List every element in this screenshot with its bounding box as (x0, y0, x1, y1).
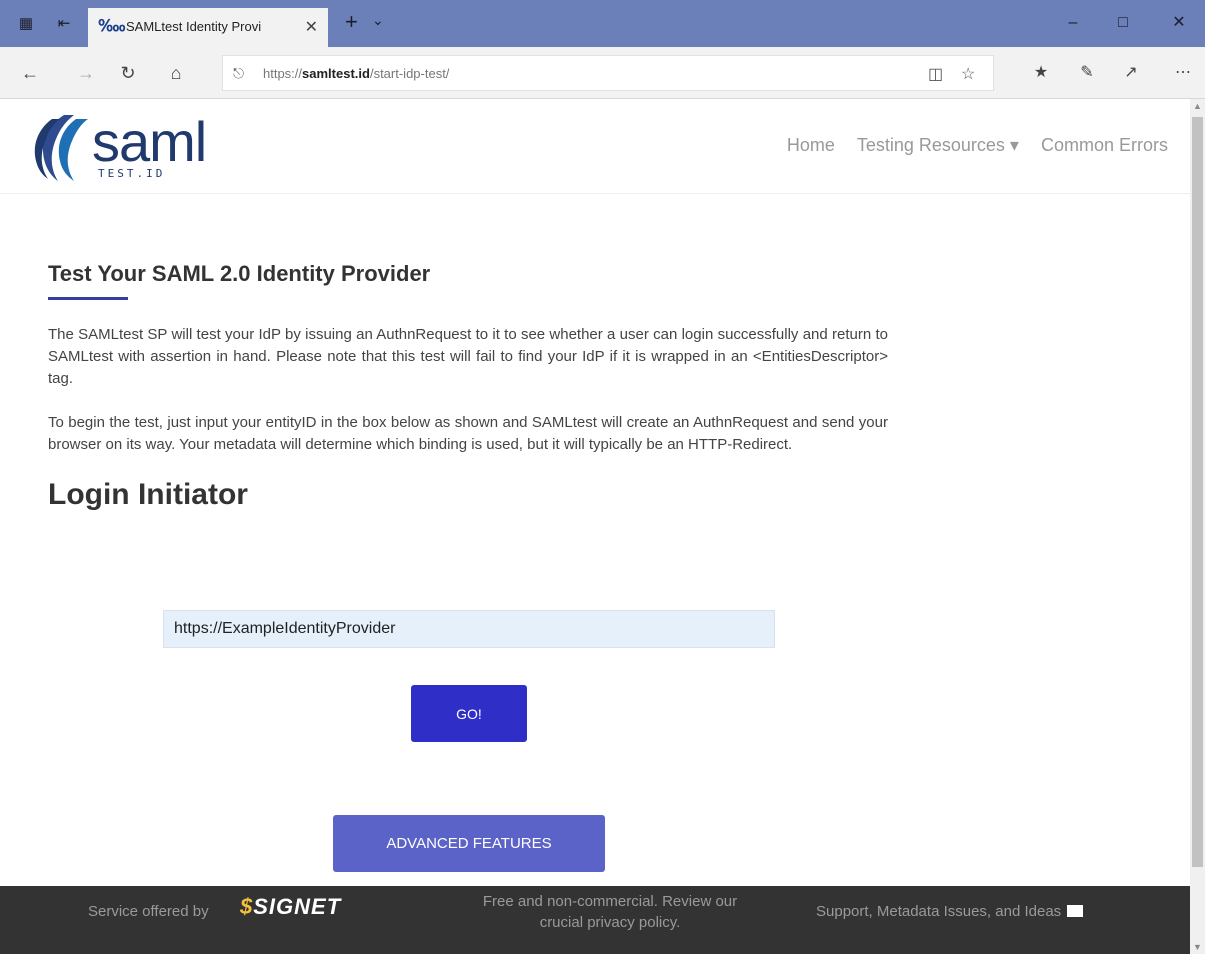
footer-support[interactable]: Support, Metadata Issues, and Ideas (816, 901, 1084, 922)
main-content: Test Your SAML 2.0 Identity Provider The… (48, 261, 888, 512)
forward-icon[interactable]: → (74, 61, 98, 85)
instructions-paragraph: To begin the test, just input your entit… (48, 414, 888, 453)
favorites-icon[interactable]: ★ (1028, 61, 1054, 85)
title-underline (48, 297, 128, 300)
web-page: saml TEST.ID Home Testing Resources ▾ Co… (0, 99, 1190, 954)
back-icon[interactable]: ← (18, 61, 42, 85)
intro-paragraph: The SAMLtest SP will test your IdP by is… (48, 326, 888, 387)
more-icon[interactable]: ⋯ (1170, 61, 1196, 85)
saml-logo[interactable]: saml TEST.ID (30, 110, 230, 183)
nav-common-errors[interactable]: Common Errors (1041, 135, 1168, 156)
lock-icon: ⎋ (233, 65, 245, 81)
logo-subtitle: TEST.ID (98, 167, 166, 180)
scroll-up-icon[interactable]: ▲ (1193, 101, 1202, 111)
tab-close-icon[interactable]: ✕ (305, 17, 318, 37)
support-link-text: Support, Metadata Issues, and Ideas (816, 903, 1062, 920)
nav-home[interactable]: Home (787, 135, 835, 156)
tab-samltest[interactable]: ‱ SAMLtest Identity Provi ✕ (88, 8, 328, 47)
signet-wordmark: SIGNET (253, 894, 342, 919)
nav-testing-resources[interactable]: Testing Resources ▾ (857, 135, 1019, 156)
address-toolbar: ← → ↻ ⌂ ⎋ https://samltest.id/start-idp-… (0, 47, 1205, 99)
vertical-scrollbar[interactable]: ▲ ▼ (1190, 99, 1205, 954)
new-tab-icon[interactable]: + (345, 10, 358, 34)
go-button[interactable]: GO! (411, 685, 527, 742)
tab-aside-icon[interactable]: ⇤ (52, 12, 76, 36)
maximize-icon[interactable]: □ (1108, 12, 1138, 34)
login-initiator-heading: Login Initiator (48, 478, 248, 511)
pen-icon[interactable]: ✎ (1074, 61, 1100, 85)
scroll-down-icon[interactable]: ▼ (1193, 942, 1202, 952)
favorite-star-icon[interactable]: ☆ (961, 64, 975, 84)
signet-mark-icon: $ (240, 894, 254, 919)
refresh-icon[interactable]: ↻ (116, 61, 140, 85)
tab-title: SAMLtest Identity Provi (126, 19, 262, 34)
tab-list-chevron-icon[interactable]: ⌄ (372, 12, 384, 29)
share-icon[interactable]: ↗ (1118, 61, 1144, 85)
page-title: Test Your SAML 2.0 Identity Provider (48, 261, 431, 286)
minimize-icon[interactable]: – (1058, 12, 1088, 34)
reading-view-icon[interactable]: ◫ (928, 64, 943, 84)
saml-logo-mark-icon (34, 115, 88, 181)
signet-logo[interactable]: $SIGNET (240, 894, 341, 920)
site-footer: Service offered by $SIGNET Free and non-… (0, 886, 1190, 954)
site-nav: Home Testing Resources ▾ Common Errors (765, 135, 1168, 156)
close-window-icon[interactable]: ✕ (1164, 12, 1194, 34)
tab-actions-icon[interactable]: ▦ (14, 12, 38, 36)
title-bar: ▦ ⇤ ‱ SAMLtest Identity Provi ✕ + ⌄ – □ … (0, 0, 1205, 47)
footer-privacy[interactable]: Free and non-commercial. Review our cruci… (450, 891, 770, 933)
entity-id-input[interactable] (163, 610, 775, 648)
home-icon[interactable]: ⌂ (164, 61, 188, 85)
site-header: saml TEST.ID Home Testing Resources ▾ Co… (0, 99, 1190, 194)
footer-offered-by: Service offered by (88, 903, 209, 920)
scroll-thumb[interactable] (1192, 117, 1203, 867)
saml-favicon-icon: ‱ (98, 18, 126, 35)
address-bar[interactable]: ⎋ https://samltest.id/start-idp-test/ ◫ … (222, 55, 994, 91)
privacy-line-2: crucial privacy policy. (539, 914, 681, 931)
mail-icon (1067, 905, 1084, 917)
logo-wordmark: saml (92, 110, 207, 173)
privacy-line-1: Free and non-commercial. Review our (482, 893, 738, 910)
browser-window: ▦ ⇤ ‱ SAMLtest Identity Provi ✕ + ⌄ – □ … (0, 0, 1205, 954)
advanced-features-button[interactable]: ADVANCED FEATURES (333, 815, 605, 872)
address-url[interactable]: https://samltest.id/start-idp-test/ (263, 66, 449, 81)
